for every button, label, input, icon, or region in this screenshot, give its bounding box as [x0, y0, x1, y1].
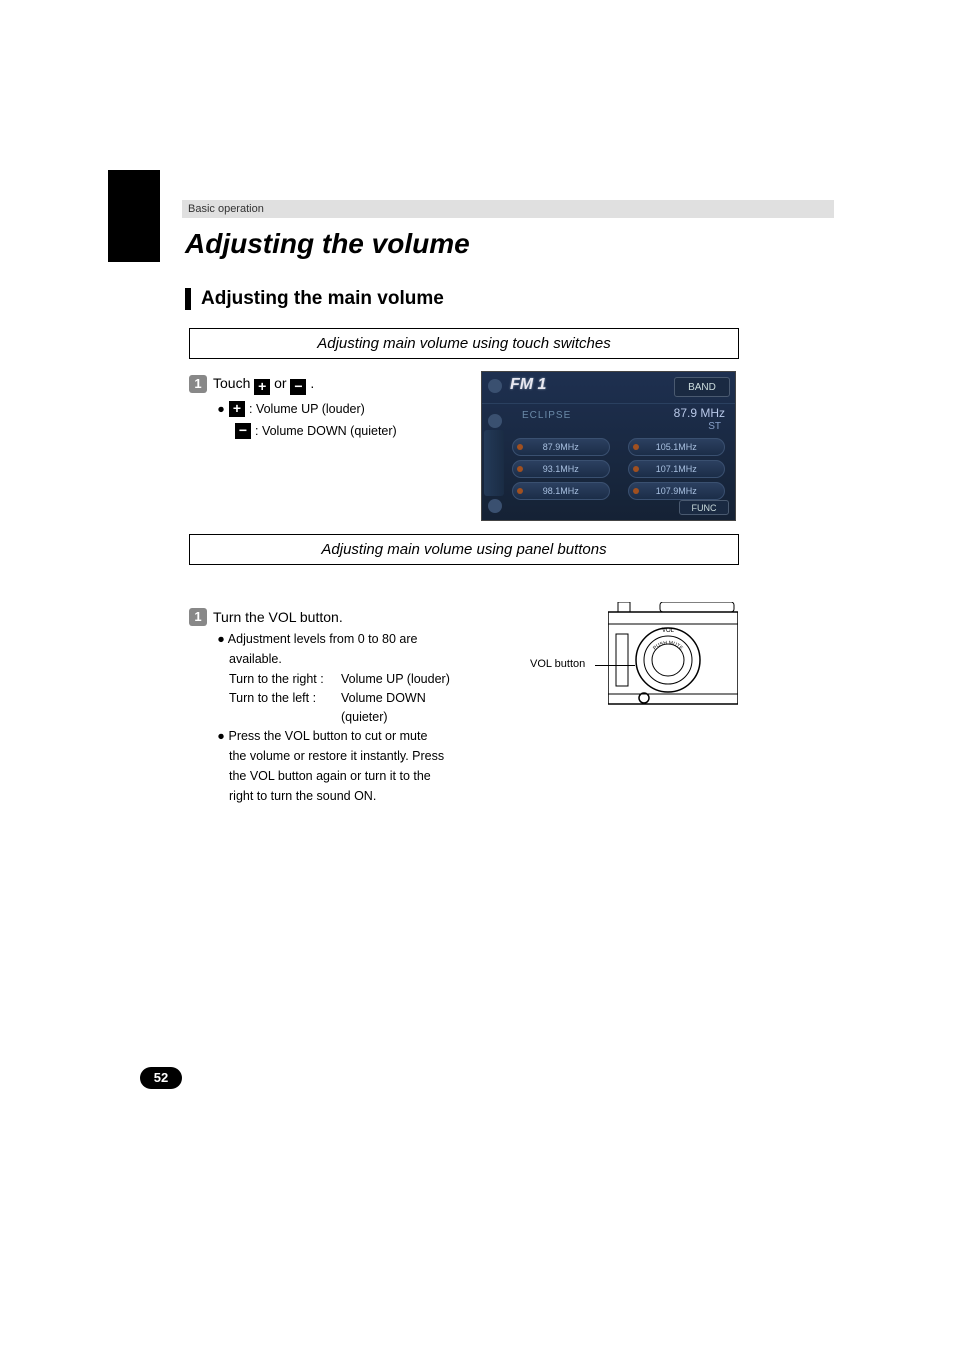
- knob-ring-text: PUSH MUTE: [652, 640, 684, 652]
- side-tab: [108, 170, 160, 262]
- mute-2: the volume or restore it instantly. Pres…: [229, 749, 444, 763]
- minus-icon: −: [290, 379, 306, 395]
- band-button[interactable]: BAND: [674, 377, 730, 397]
- svg-text:PUSH MUTE: PUSH MUTE: [652, 640, 684, 652]
- mute-4: right to turn the sound ON.: [229, 789, 376, 803]
- step-number-1b: 1: [189, 608, 207, 626]
- preset-6[interactable]: 107.9MHz: [628, 482, 726, 500]
- home-icon[interactable]: [488, 499, 502, 513]
- step1b-instruction: Turn the VOL button.: [213, 609, 343, 625]
- stereo-indicator: ST: [708, 421, 721, 432]
- minus-desc: : Volume DOWN (quieter): [255, 420, 397, 442]
- breadcrumb: Basic operation: [182, 200, 834, 218]
- preset-5[interactable]: 98.1MHz: [512, 482, 610, 500]
- plus-icon: +: [229, 401, 245, 417]
- plus-desc: : Volume UP (louder): [249, 398, 365, 420]
- eclipse-label: ECLIPSE: [522, 410, 571, 421]
- minus-icon: −: [235, 423, 251, 439]
- section-heading: Adjusting the main volume: [185, 288, 444, 310]
- preset-4[interactable]: 107.1MHz: [628, 460, 726, 478]
- turn-left-desc1: Volume DOWN: [341, 689, 426, 708]
- mute-1: Press the VOL button to cut or mute: [228, 729, 427, 743]
- page-title: Adjusting the volume: [185, 228, 470, 260]
- step1a-middle: or: [270, 375, 290, 391]
- plus-icon: +: [254, 379, 270, 395]
- subheading-panel: Adjusting main volume using panel button…: [189, 534, 739, 565]
- fm-title: FM 1: [510, 376, 546, 394]
- step1a-prefix: Touch: [213, 375, 254, 391]
- bullet-icon: ●: [217, 398, 225, 420]
- preset-grid: 87.9MHz 105.1MHz 93.1MHz 107.1MHz 98.1MH…: [512, 438, 725, 500]
- bullet-icon: ●: [217, 630, 225, 649]
- bullet-icon: ●: [217, 727, 225, 746]
- preset-3[interactable]: 93.1MHz: [512, 460, 610, 478]
- turn-right-desc: Volume UP (louder): [341, 670, 450, 689]
- knob-vol-label: VOL: [662, 628, 675, 634]
- volume-scale[interactable]: [484, 430, 504, 496]
- turn-left-label: Turn to the left :: [229, 689, 341, 708]
- current-frequency: 87.9 MHz: [674, 406, 725, 420]
- step-number-1a: 1: [189, 375, 207, 393]
- preset-1[interactable]: 87.9MHz: [512, 438, 610, 456]
- adj-levels-2: available.: [229, 652, 282, 666]
- turn-right-label: Turn to the right :: [229, 670, 341, 689]
- step1a-suffix: .: [306, 375, 314, 391]
- vol-dial-illustration: VOL PUSH MUTE: [608, 602, 738, 712]
- step1a-instruction: Touch + or − .: [213, 375, 314, 395]
- step1b-sublist: ● Adjustment levels from 0 to 80 are ava…: [217, 630, 467, 807]
- vol-button-label: VOL button: [530, 658, 585, 670]
- adj-levels-1: Adjustment levels from 0 to 80 are: [228, 632, 418, 646]
- preset-2[interactable]: 105.1MHz: [628, 438, 726, 456]
- step1a-sublist: ● + : Volume UP (louder) − : Volume DOWN…: [217, 398, 397, 442]
- func-button[interactable]: FUNC: [679, 500, 729, 515]
- subheading-touch: Adjusting main volume using touch switch…: [189, 328, 739, 359]
- turn-left-desc2: (quieter): [341, 708, 388, 727]
- mute-3: the VOL button again or turn it to the: [229, 769, 431, 783]
- fm-radio-screen: FM 1 BAND ECLIPSE 87.9 MHz ST 87.9MHz 10…: [481, 371, 736, 521]
- page-number: 52: [140, 1067, 182, 1089]
